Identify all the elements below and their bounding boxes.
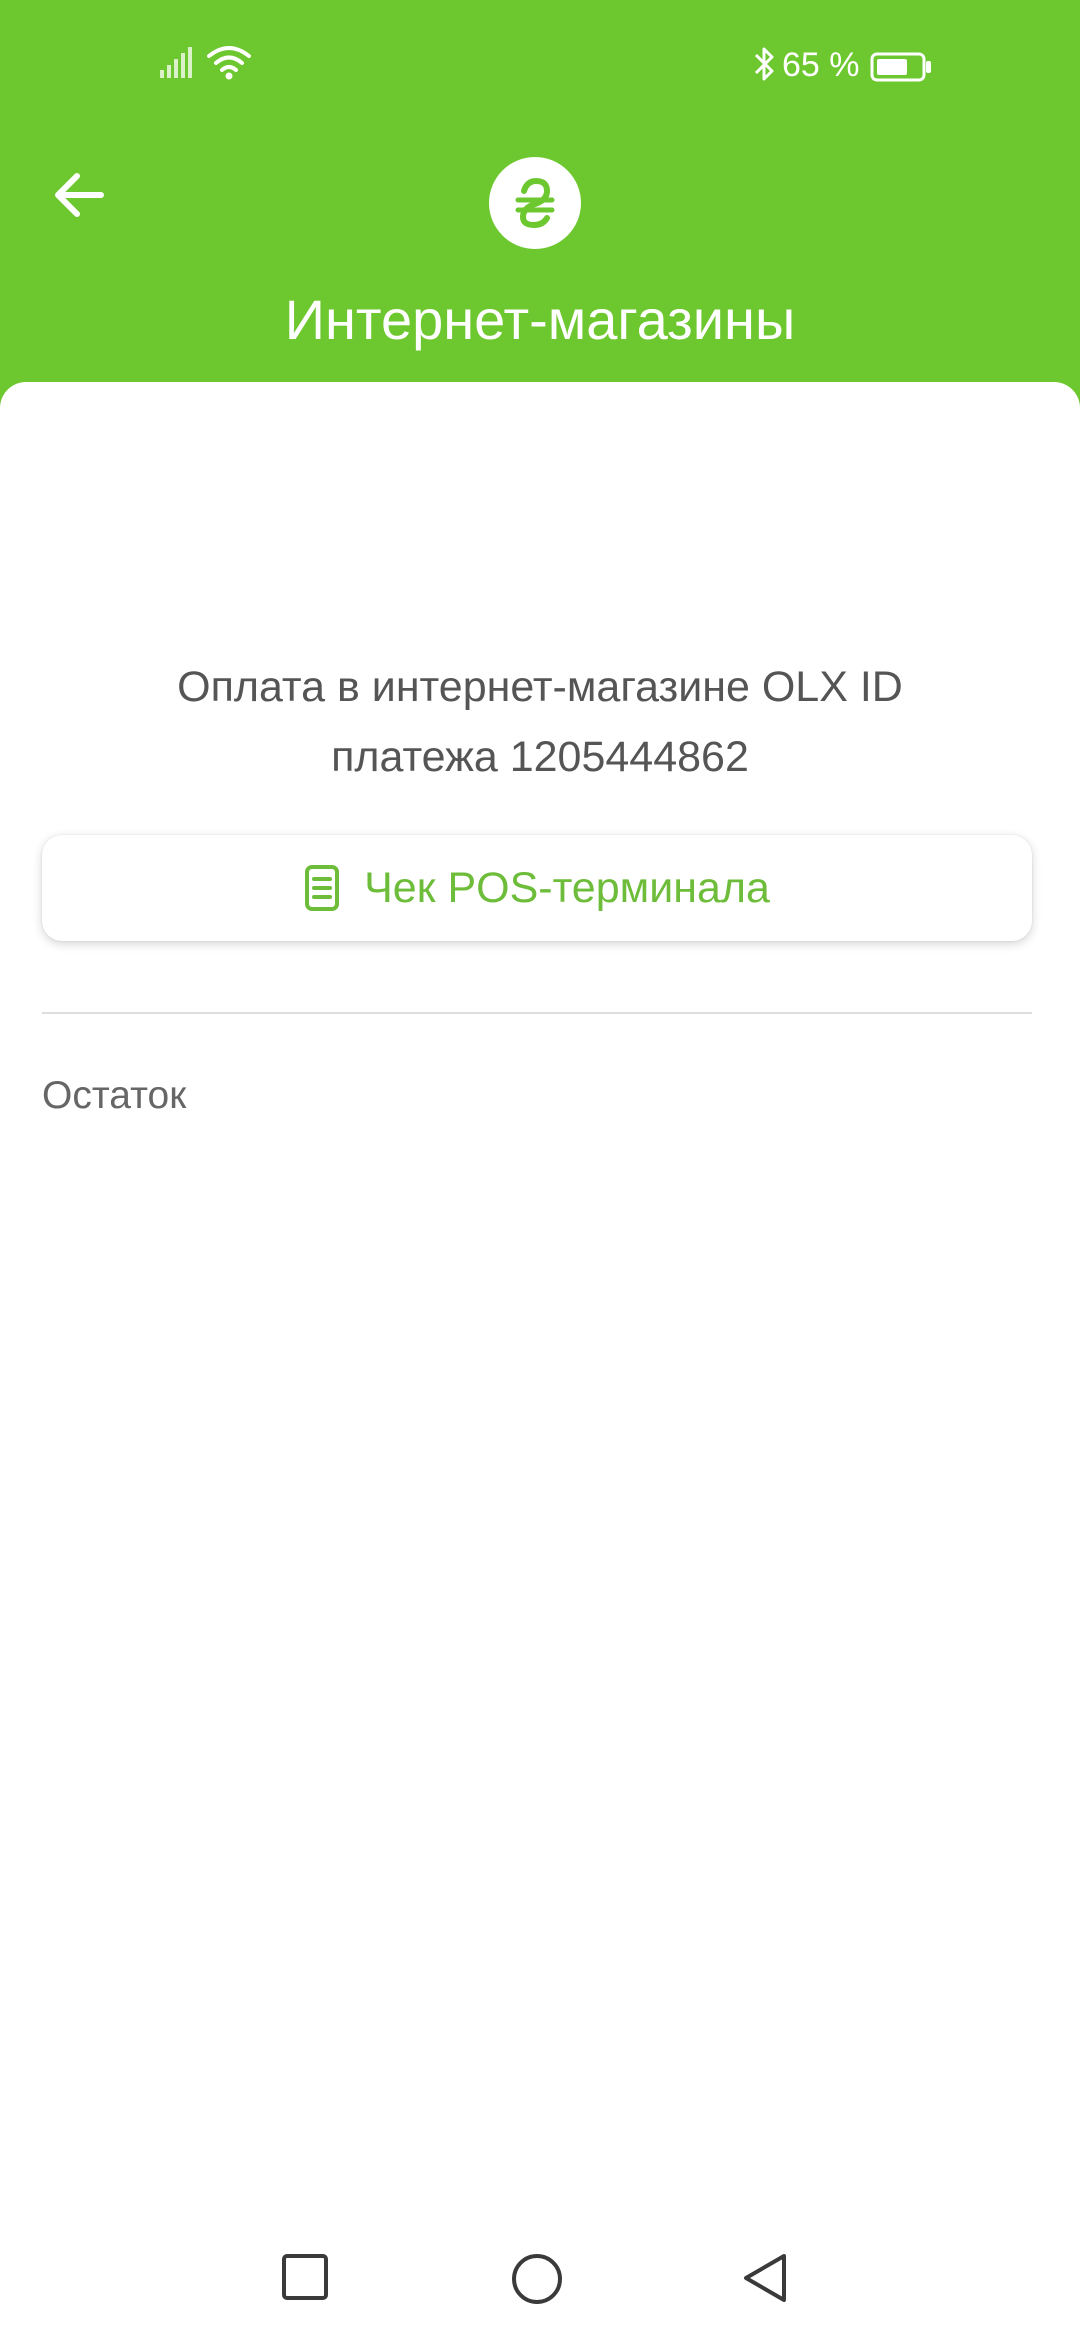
- battery-icon: [870, 52, 932, 87]
- back-button[interactable]: [44, 160, 114, 230]
- pos-receipt-label: Чек POS-терминала: [364, 863, 770, 912]
- app-header: 65 % Интернет-магазины: [0, 0, 1080, 410]
- payment-description-line2: платежа 1205444862: [331, 733, 749, 781]
- status-bar: 65 %: [0, 40, 1080, 96]
- balance-label: Остаток: [42, 1074, 187, 1117]
- pos-receipt-button[interactable]: Чек POS-терминала: [42, 835, 1032, 941]
- system-nav-bar: [0, 2230, 1080, 2340]
- wifi-icon: [205, 44, 253, 85]
- screen: 65 % Интернет-магазины Оплата в интернет…: [0, 0, 1080, 2340]
- back-icon[interactable]: [740, 2250, 790, 2311]
- home-icon[interactable]: [510, 2252, 564, 2311]
- payment-description: Оплата в интернет-магазине OLX ID платеж…: [60, 652, 1020, 792]
- arrow-left-icon: [55, 173, 104, 217]
- payment-description-line1: Оплата в интернет-магазине OLX ID: [177, 663, 903, 711]
- battery-percent: 65 %: [782, 46, 860, 84]
- bluetooth-icon: [752, 46, 776, 87]
- recent-apps-icon[interactable]: [280, 2252, 330, 2307]
- hryvnia-icon: [515, 177, 555, 229]
- content-card: Оплата в интернет-магазине OLX ID платеж…: [0, 382, 1080, 2340]
- signal-icon: [160, 46, 196, 83]
- page-title: Интернет-магазины: [284, 288, 796, 351]
- hryvnia-logo: [489, 157, 581, 249]
- receipt-icon: [304, 864, 340, 912]
- divider: [42, 1012, 1032, 1014]
